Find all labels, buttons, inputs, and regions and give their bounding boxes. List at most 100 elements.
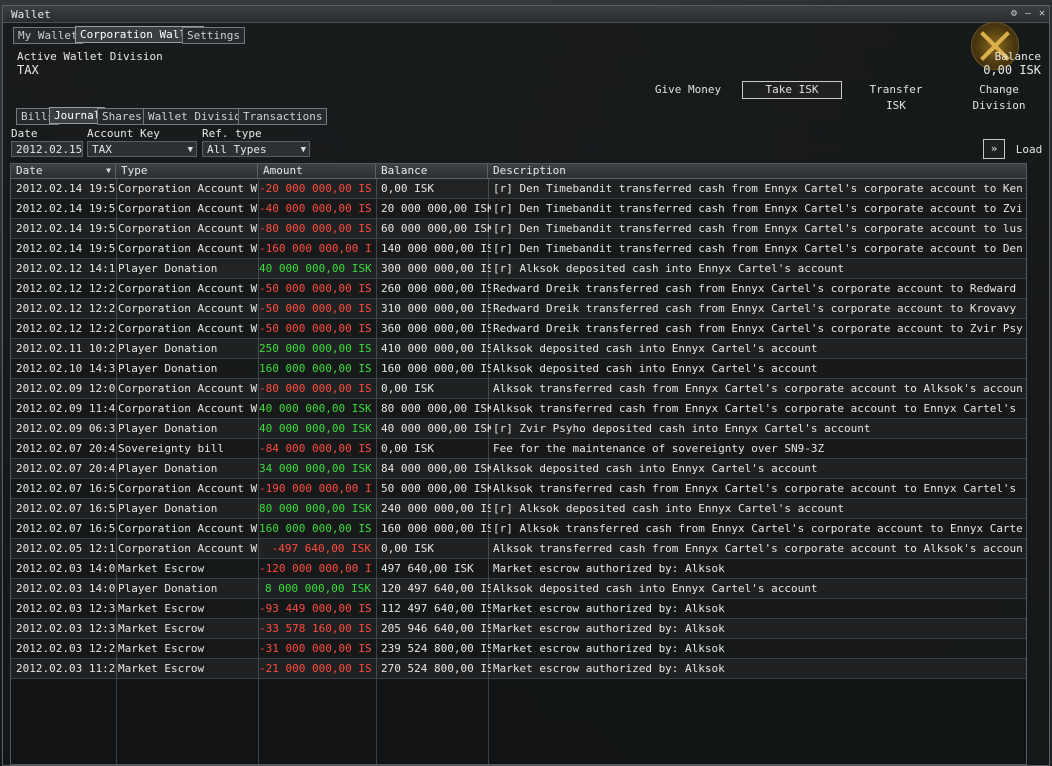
table-row[interactable]: 2012.02.09 12:04Corporation Account With… [11,379,1026,399]
cell-description: Market escrow authorized by: Alksok [493,602,725,615]
cell-balance: 360 000 000,00 ISK [381,322,491,335]
table-row[interactable]: 2012.02.03 11:26 Market Escrow -21 000 000… [11,659,1026,679]
column-header-type[interactable]: Type [116,164,258,178]
table-row[interactable]: 2012.02.12 12:20Corporation Account With… [11,299,1026,319]
table-row[interactable]: 2012.02.14 19:53Corporation Account With… [11,199,1026,219]
cell-amount: -84 000 000,00 ISK [259,442,371,455]
table-row[interactable]: 2012.02.07 20:43 Player Donation 34 000 00… [11,459,1026,479]
cell-date: 2012.02.09 06:38 [16,422,116,435]
cell-date: 2012.02.09 12:04 [16,382,116,395]
table-row[interactable]: 2012.02.12 12:20Corporation Account With… [11,319,1026,339]
cell-amount: 40 000 000,00 ISK [259,422,371,435]
cell-type: Corporation Account With [118,222,258,235]
table-row[interactable]: 2012.02.03 14:06 Market Escrow -120 000 00… [11,559,1026,579]
balance-label: Balance [994,50,1041,63]
column-header-description[interactable]: Description [488,164,1026,178]
close-icon[interactable]: ✕ [1035,7,1049,20]
tab-transactions[interactable]: Transactions [238,108,328,125]
table-row[interactable]: 2012.02.07 16:57Corporation Account With… [11,479,1026,499]
cell-amount: -160 000 000,00 ISK [259,242,371,255]
cell-balance: 50 000 000,00 ISK [381,482,491,495]
table-row[interactable]: 2012.02.07 20:43 Sovereignty bill -84 000 … [11,439,1026,459]
cell-amount: -50 000 000,00 ISK [259,322,371,335]
table-row[interactable]: 2012.02.03 12:33 Market Escrow -33 578 160… [11,619,1026,639]
cell-date: 2012.02.10 14:32 [16,362,116,375]
cell-balance: 112 497 640,00 ISK [381,602,491,615]
column-header-balance[interactable]: Balance [376,164,488,178]
column-header-amount[interactable]: Amount [258,164,376,178]
cell-amount: 34 000 000,00 ISK [259,462,371,475]
cell-type: Corporation Account With [118,302,258,315]
table-row[interactable]: 2012.02.14 19:52Corporation Account With… [11,239,1026,259]
cell-description: [r] Zvir Psyho deposited cash into Ennyx… [493,422,871,435]
ref-type-select[interactable]: All Types ▼ [202,141,310,157]
cell-description: Redward Dreik transferred cash from Enny… [493,302,1023,315]
table-row[interactable]: 2012.02.11 10:22 Player Donation 250 000 0… [11,339,1026,359]
fast-forward-icon[interactable]: » [983,139,1005,159]
take-isk-button[interactable]: Take ISK [742,81,842,99]
transfer-isk-button[interactable]: Transfer ISK [859,82,933,112]
tab-settings[interactable]: Settings [182,27,245,44]
cell-balance: 160 000 000,00 ISK [381,362,491,375]
cell-amount: -80 000 000,00 ISK [259,382,371,395]
balance-value: 0,00 ISK [983,63,1041,77]
tab-my-wallet[interactable]: My Wallet [13,27,83,44]
table-row[interactable]: 2012.02.03 14:05 Player Donation 8 000 000… [11,579,1026,599]
cell-date: 2012.02.07 16:56 [16,502,116,515]
cell-amount: -50 000 000,00 ISK [259,302,371,315]
cell-amount: 40 000 000,00 ISK [259,402,371,415]
date-filter-label: Date [11,127,38,140]
cell-description: [r] Alksok deposited cash into Ennyx Car… [493,502,844,515]
cell-type: Market Escrow [118,562,205,575]
cell-description: [r] Den Timebandit transferred cash from… [493,202,1023,215]
table-row[interactable]: 2012.02.07 16:56 Player Donation 80 000 00… [11,499,1026,519]
cell-balance: 0,00 ISK [381,382,434,395]
cell-description: [r] Den Timebandit transferred cash from… [493,222,1023,235]
table-row[interactable]: 2012.02.07 16:54Corporation Account With… [11,519,1026,539]
cell-balance: 140 000 000,00 ISK [381,242,491,255]
table-row[interactable]: 2012.02.12 12:21Corporation Account With… [11,279,1026,299]
title-bar[interactable]: Wallet ⚙ – ✕ [3,6,1049,23]
gear-icon[interactable]: ⚙ [1007,7,1021,20]
tab-shares[interactable]: Shares [97,108,147,125]
cell-balance: 0,00 ISK [381,542,434,555]
cell-description: Redward Dreik transferred cash from Enny… [493,282,1023,295]
column-header-date[interactable]: Date ▼ [11,164,116,178]
table-row[interactable]: 2012.02.14 19:52Corporation Account With… [11,219,1026,239]
cell-description: [r] Alksok deposited cash into Ennyx Car… [493,262,844,275]
table-row[interactable]: 2012.02.03 12:26 Market Escrow -31 000 000… [11,639,1026,659]
table-row[interactable]: 2012.02.14 19:55Corporation Account With… [11,179,1026,199]
cell-type: Player Donation [118,422,218,435]
table-row[interactable]: 2012.02.05 12:11Corporation Account With… [11,539,1026,559]
cell-type: Player Donation [118,342,218,355]
table-row[interactable]: 2012.02.10 14:32 Player Donation 160 000 0… [11,359,1026,379]
cell-balance: 270 524 800,00 ISK [381,662,491,675]
cell-date: 2012.02.11 10:22 [16,342,116,355]
cell-type: Corporation Account With [118,182,258,195]
cell-type: Corporation Account With [118,322,258,335]
cell-balance: 260 000 000,00 ISK [381,282,491,295]
cell-description: Alksok deposited cash into Ennyx Cartel'… [493,362,818,375]
cell-amount: -93 449 000,00 ISK [259,602,371,615]
table-row[interactable]: 2012.02.12 14:17 Player Donation 40 000 00… [11,259,1026,279]
cell-description: Alksok deposited cash into Ennyx Cartel'… [493,582,818,595]
cell-date: 2012.02.03 12:34 [16,602,116,615]
account-key-value: TAX [92,143,112,156]
window-title: Wallet [11,8,51,21]
change-division-button[interactable]: Change Division [953,82,1045,112]
cell-description: Market escrow authorized by: Alksok [493,562,725,575]
cell-description: Alksok transferred cash from Ennyx Carte… [493,482,1023,495]
cell-balance: 239 524 800,00 ISK [381,642,491,655]
cell-date: 2012.02.07 16:54 [16,522,116,535]
cell-type: Corporation Account With [118,522,258,535]
give-money-button[interactable]: Give Money [653,82,723,98]
table-row[interactable]: 2012.02.09 06:38 Player Donation 40 000 00… [11,419,1026,439]
load-button[interactable]: Load [1013,142,1045,158]
date-filter-input[interactable]: 2012.02.15 [11,141,83,157]
cell-description: Market escrow authorized by: Alksok [493,662,725,675]
cell-amount: -120 000 000,00 ISK [259,562,371,575]
account-key-select[interactable]: TAX ▼ [87,141,197,157]
minimize-icon[interactable]: – [1021,7,1035,20]
table-row[interactable]: 2012.02.09 11:44Corporation Account With… [11,399,1026,419]
table-row[interactable]: 2012.02.03 12:34 Market Escrow -93 449 000… [11,599,1026,619]
